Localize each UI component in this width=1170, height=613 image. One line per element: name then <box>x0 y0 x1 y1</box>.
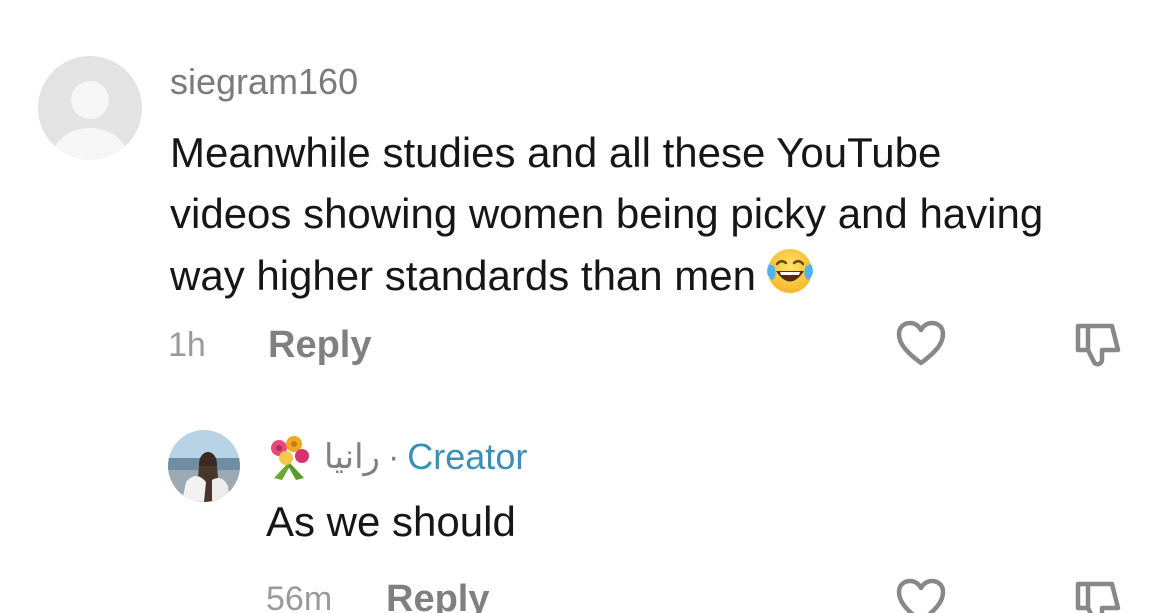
dislike-thumb-icon[interactable] <box>1072 574 1128 613</box>
comments-panel: siegram160 Meanwhile studies and all the… <box>0 0 1170 613</box>
name-separator: · <box>387 437 400 476</box>
avatar-head-shape <box>71 81 109 119</box>
creator-badge: Creator <box>407 436 528 477</box>
creator-avatar[interactable] <box>168 430 240 502</box>
comment-body: Meanwhile studies and all these YouTube … <box>170 122 1070 306</box>
reply-reply-button[interactable]: Reply <box>386 578 489 613</box>
bouquet-emoji-icon <box>271 436 309 480</box>
user-avatar[interactable] <box>38 56 142 160</box>
laughing-tears-emoji-icon <box>767 249 813 293</box>
comment-text: Meanwhile studies and all these YouTube … <box>170 129 1044 299</box>
like-heart-icon[interactable] <box>893 316 949 372</box>
reply-timestamp: 56m <box>266 580 333 613</box>
reply-header: رانيا · Creator <box>264 432 527 482</box>
dislike-thumb-icon[interactable] <box>1072 316 1128 372</box>
reply-body: As we should <box>266 498 516 545</box>
like-heart-icon[interactable] <box>893 574 949 613</box>
comment-username[interactable]: siegram160 <box>170 60 358 104</box>
avatar-body-shape <box>52 128 128 160</box>
comment-timestamp: 1h <box>168 326 206 364</box>
comment-reply-button[interactable]: Reply <box>268 324 371 367</box>
creator-name[interactable]: رانيا <box>324 437 380 477</box>
